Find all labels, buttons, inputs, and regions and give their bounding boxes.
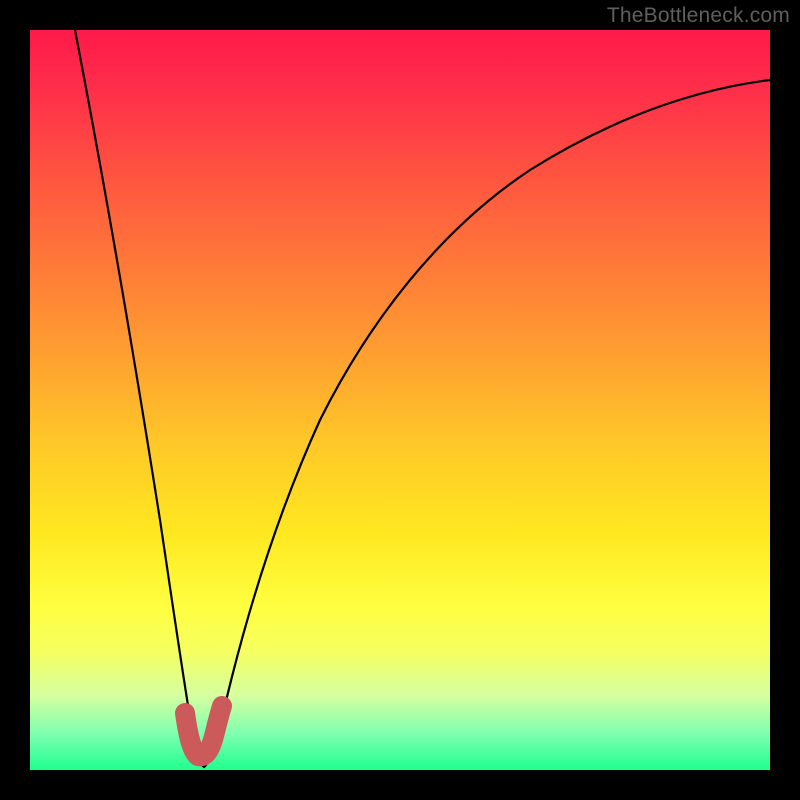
plot-area [30, 30, 770, 770]
min-marker [185, 706, 222, 756]
bottleneck-curve [30, 30, 770, 770]
curve-path [75, 30, 770, 767]
watermark: TheBottleneck.com [607, 4, 790, 28]
